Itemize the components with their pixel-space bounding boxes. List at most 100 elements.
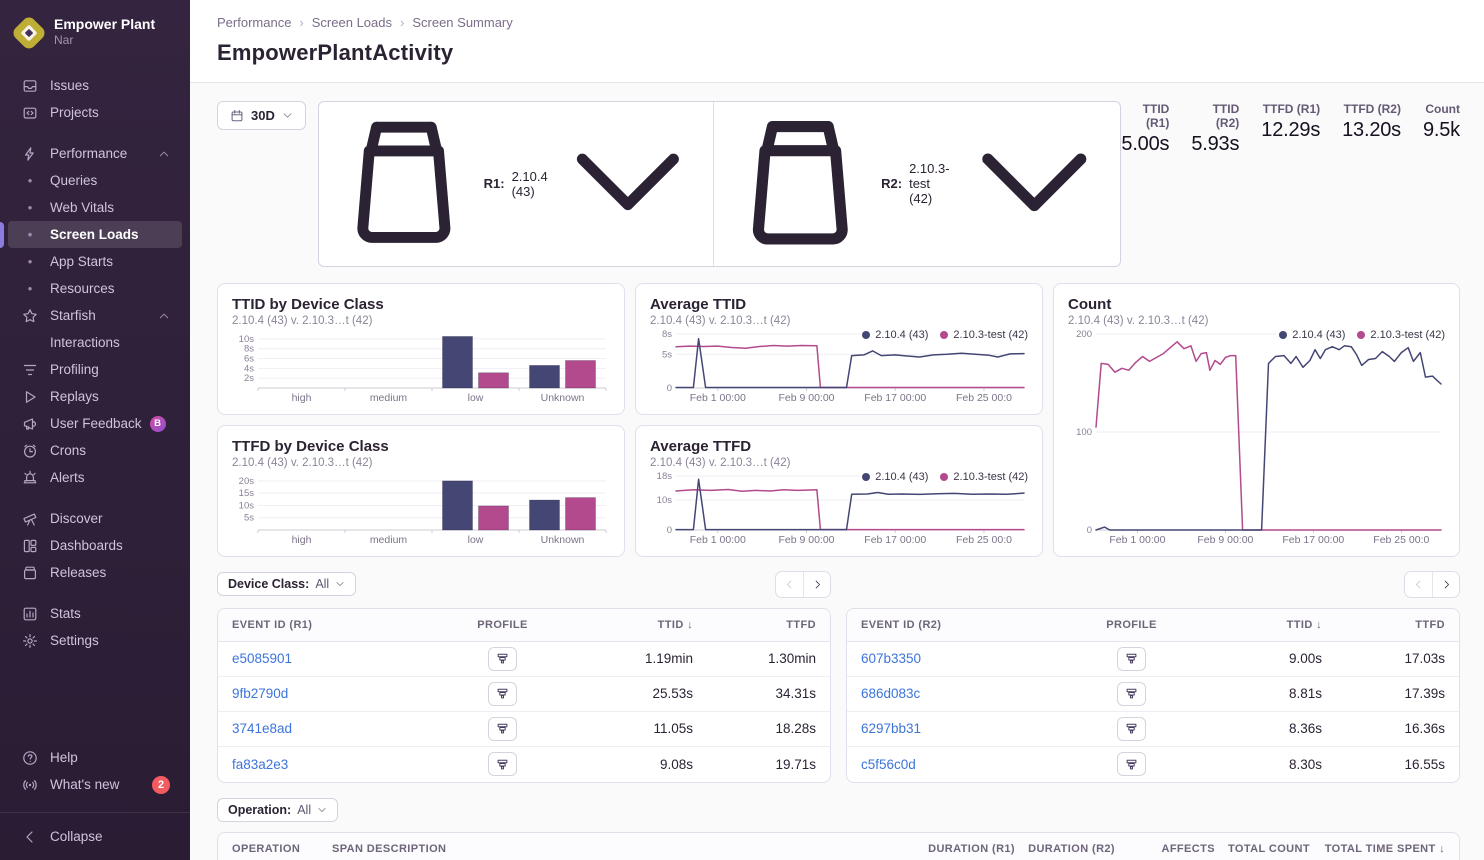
profile-button[interactable] — [1117, 717, 1146, 741]
profile-button[interactable] — [488, 752, 517, 776]
sidebar-section: DiscoverDashboards Releases — [0, 505, 190, 586]
sidebar-item-screen-loads[interactable]: •Screen Loads — [8, 221, 182, 248]
sidebar-item-label: Replays — [50, 389, 99, 404]
column-header-ttid[interactable]: TTID ↓ — [570, 619, 693, 631]
sidebar-item-replays[interactable]: Replays — [8, 383, 182, 410]
org-switcher[interactable]: Empower Plant Nar — [0, 12, 190, 58]
sidebar-item-help[interactable]: Help — [8, 744, 182, 771]
column-header-affects[interactable]: AFFECTS — [1115, 843, 1215, 855]
event-id-link[interactable]: e5085901 — [232, 651, 435, 666]
profile-button[interactable] — [488, 647, 517, 671]
release-r2-button[interactable]: R2: 2.10.3-test (42) — [713, 102, 1121, 266]
column-header-duration-r2-[interactable]: DURATION (R2) — [1015, 843, 1115, 855]
sidebar-item-what-s-new[interactable]: What's new2 — [8, 771, 182, 798]
column-header-operation[interactable]: OPERATION — [232, 843, 332, 855]
ttid-value: 25.53s — [570, 686, 693, 701]
sidebar-item-user-feedback[interactable]: User FeedbackB — [8, 410, 182, 437]
chevron-left-icon — [22, 829, 38, 845]
svg-text:10s: 10s — [657, 495, 673, 506]
event-id-link[interactable]: c5f56c0d — [861, 757, 1064, 772]
profile-button[interactable] — [488, 717, 517, 741]
date-range-button[interactable]: 30D — [217, 101, 306, 130]
column-header-profile[interactable]: PROFILE — [435, 619, 570, 631]
sidebar-item-discover[interactable]: Discover — [8, 505, 182, 532]
column-header-ttid[interactable]: TTID ↓ — [1199, 619, 1322, 631]
legend-item[interactable]: 2.10.4 (43) — [1279, 329, 1345, 341]
svg-text:Feb 1 00:00: Feb 1 00:00 — [1109, 534, 1165, 546]
event-id-link[interactable]: 686d083c — [861, 686, 1064, 701]
sidebar-item-web-vitals[interactable]: •Web Vitals — [8, 194, 182, 221]
profile-button[interactable] — [1117, 752, 1146, 776]
profile-cell — [1064, 647, 1199, 671]
profile-button[interactable] — [1117, 647, 1146, 671]
content: 30D R1: 2.10.4 (43) R2: 2.10.3-test (42) — [190, 83, 1484, 860]
column-header-ttfd[interactable]: TTFD — [693, 619, 816, 631]
chart-canvas[interactable]: 05s8sFeb 1 00:00Feb 9 00:00Feb 17 00:00F… — [650, 330, 1030, 404]
event-id-link[interactable]: 3741e8ad — [232, 721, 435, 736]
column-header-profile[interactable]: PROFILE — [1064, 619, 1199, 631]
legend-label: 2.10.4 (43) — [1292, 329, 1345, 341]
profile-button[interactable] — [1117, 682, 1146, 706]
prev-page-button[interactable] — [1405, 572, 1432, 597]
event-id-link[interactable]: 9fb2790d — [232, 686, 435, 701]
sidebar-section: IssuesProjects — [0, 72, 190, 126]
column-header-total-count[interactable]: TOTAL COUNT — [1215, 843, 1310, 855]
sidebar-item-interactions[interactable]: Interactions — [8, 329, 182, 356]
org-name[interactable]: Empower Plant — [54, 16, 155, 32]
legend-item[interactable]: 2.10.3-test (42) — [940, 471, 1028, 483]
column-header-event-id-r1-[interactable]: EVENT ID (R1) — [232, 619, 435, 631]
breadcrumb-screen-loads[interactable]: Screen Loads — [312, 15, 392, 30]
sidebar-item-stats[interactable]: Stats — [8, 600, 182, 627]
sidebar-item-profiling[interactable]: Profiling — [8, 356, 182, 383]
sort-desc-icon: ↓ — [684, 619, 693, 631]
sidebar-item-alerts[interactable]: Alerts — [8, 464, 182, 491]
sidebar-item-label: Web Vitals — [50, 200, 114, 215]
chart-canvas[interactable]: 5s10s15s20shighmediumlowUnknown — [232, 472, 612, 546]
sidebar-item-starfish[interactable]: Starfish — [8, 302, 182, 329]
sidebar-item-label: Releases — [50, 565, 106, 580]
event-id-link[interactable]: fa83a2e3 — [232, 757, 435, 772]
sidebar-item-performance[interactable]: Performance — [8, 140, 182, 167]
event-id-link[interactable]: 6297bb31 — [861, 721, 1064, 736]
chart-canvas[interactable]: 010s18sFeb 1 00:00Feb 9 00:00Feb 17 00:0… — [650, 472, 1030, 546]
column-header-span-description[interactable]: SPAN DESCRIPTION — [332, 843, 915, 855]
page-header: Performance › Screen Loads › Screen Summ… — [190, 0, 1484, 83]
profiling-icon — [1125, 687, 1138, 700]
legend-item[interactable]: 2.10.4 (43) — [862, 471, 928, 483]
sidebar-item-queries[interactable]: •Queries — [8, 167, 182, 194]
sidebar-item-projects[interactable]: Projects — [8, 99, 182, 126]
main-content: Performance › Screen Loads › Screen Summ… — [190, 0, 1484, 860]
column-header-event-id-r2-[interactable]: EVENT ID (R2) — [861, 619, 1064, 631]
ttfd-value: 17.39s — [1322, 686, 1445, 701]
column-header-total-time-spent[interactable]: TOTAL TIME SPENT ↓ — [1310, 843, 1445, 855]
prev-page-button[interactable] — [776, 572, 803, 597]
column-header-duration-r1-[interactable]: DURATION (R1) — [915, 843, 1015, 855]
svg-text:8s: 8s — [244, 343, 254, 354]
legend-item[interactable]: 2.10.3-test (42) — [1357, 329, 1445, 341]
device-class-filter[interactable]: Device Class: All — [217, 572, 356, 596]
sidebar-item-app-starts[interactable]: •App Starts — [8, 248, 182, 275]
sidebar-item-crons[interactable]: Crons — [8, 437, 182, 464]
summary-stats: TTID (R1)5.00s TTID (R2)5.93s TTFD (R1)1… — [1121, 101, 1460, 156]
breadcrumb-performance[interactable]: Performance — [217, 15, 291, 30]
next-page-button[interactable] — [803, 572, 830, 597]
svg-text:5s: 5s — [244, 512, 254, 523]
chart-subtitle: 2.10.4 (43) v. 2.10.3…t (42) — [650, 315, 1028, 327]
notification-badge: 2 — [152, 776, 170, 794]
sidebar-item-dashboards[interactable]: Dashboards — [8, 532, 182, 559]
sidebar-item-releases[interactable]: Releases — [8, 559, 182, 586]
sidebar-item-resources[interactable]: •Resources — [8, 275, 182, 302]
sidebar-item-issues[interactable]: Issues — [8, 72, 182, 99]
legend-item[interactable]: 2.10.3-test (42) — [940, 329, 1028, 341]
release-r1-button[interactable]: R1: 2.10.4 (43) — [319, 102, 713, 266]
chart-canvas[interactable]: 2s4s6s8s10shighmediumlowUnknown — [232, 330, 612, 404]
column-header-ttfd[interactable]: TTFD — [1322, 619, 1445, 631]
sidebar-item-settings[interactable]: Settings — [8, 627, 182, 654]
operation-filter[interactable]: Operation: All — [217, 798, 338, 822]
chart-canvas[interactable]: 0100200Feb 1 00:00Feb 9 00:00Feb 17 00:0… — [1068, 330, 1447, 546]
collapse-button[interactable]: Collapse — [8, 823, 182, 850]
event-id-link[interactable]: 607b3350 — [861, 651, 1064, 666]
next-page-button[interactable] — [1432, 572, 1459, 597]
profile-button[interactable] — [488, 682, 517, 706]
legend-item[interactable]: 2.10.4 (43) — [862, 329, 928, 341]
